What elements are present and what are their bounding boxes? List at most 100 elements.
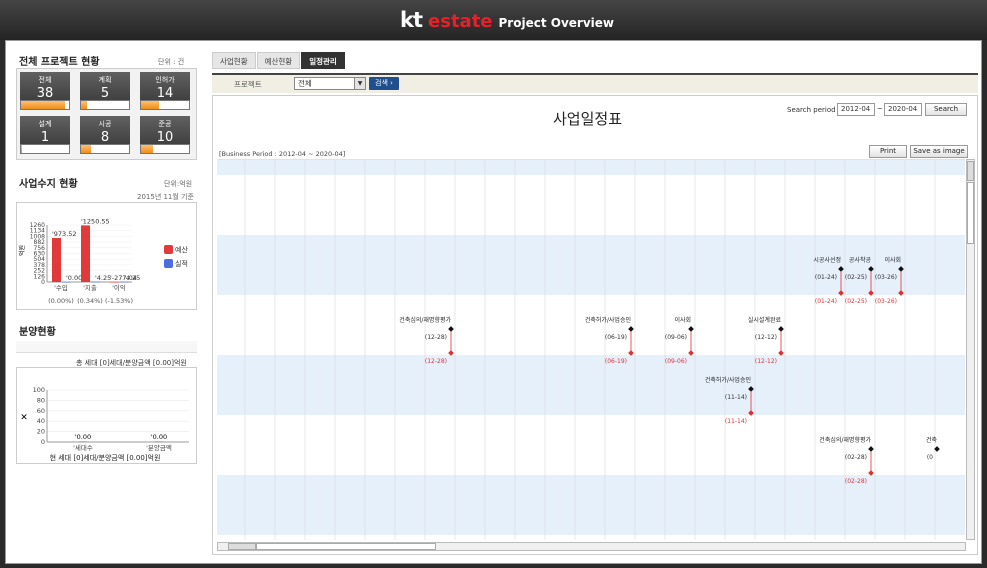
sales-divider	[16, 341, 197, 353]
y-tick-label: 40	[37, 417, 45, 425]
rate-label: (0.00%)	[48, 297, 74, 305]
status-progress-fill	[141, 145, 154, 153]
vertical-scrollbar[interactable]	[966, 159, 975, 540]
data-label: '0.00	[151, 433, 167, 441]
actual-date: (11-14)	[725, 418, 747, 425]
save-as-image-button[interactable]: Save as image	[910, 145, 968, 158]
tab-schedule[interactable]: 일정관리	[301, 52, 345, 69]
status-card-label: 시공	[98, 120, 112, 128]
actual-date: (02-25)	[845, 298, 867, 305]
gantt-row	[217, 175, 965, 235]
app-header: kt estate Project Overview	[0, 0, 987, 40]
y-tick-label: 0	[41, 438, 45, 446]
budget-chart: 억원 1260 1134 1008 882 756 630 504 378 252 126 0'973…	[16, 202, 197, 310]
budget-title: 사업수지 현황	[19, 179, 78, 190]
gantt-row	[217, 235, 965, 295]
horizontal-scroll-thumb[interactable]	[256, 543, 436, 550]
project-search-button[interactable]: 검색 ›	[369, 77, 399, 90]
milestone-label: 건축	[926, 436, 938, 444]
project-select[interactable]: 전체 ▼	[294, 77, 366, 90]
plan-date: (06-19)	[605, 334, 627, 341]
status-card-label: 계획	[98, 76, 112, 84]
y-tick-label: 60	[37, 407, 45, 415]
gantt-svg: 시공사선정 (01-24) (01-24) 공사착공 (02-25) (02-25) 이사회…	[217, 160, 965, 540]
period-from-input[interactable]: 2012-04	[837, 103, 875, 116]
status-progress-fill	[81, 145, 92, 153]
status-progress-fill	[141, 101, 159, 109]
horizontal-scroll-left[interactable]	[228, 543, 256, 550]
actual-date: (01-24)	[815, 298, 837, 305]
budget-unit: 단위:억원	[164, 180, 193, 188]
tab-budget-status[interactable]: 예산현황	[256, 52, 301, 69]
plan-date: (02-28)	[845, 454, 867, 461]
project-label: 프로젝트	[234, 80, 262, 89]
schedule-panel: 사업일정표 Search period 2012-04 ~ 2020-04 Se…	[212, 95, 978, 555]
status-card-label: 전체	[38, 76, 52, 84]
plan-date: (12-28)	[425, 334, 447, 341]
left-sidebar: 전체 프로젝트 현황 단위 : 건 전체 38 계획 5 인허가 14 설계 1 시공 8 준공 10…	[16, 41, 201, 561]
status-progress-bar	[140, 100, 190, 110]
main-panel: 전체 프로젝트 현황 단위 : 건 전체 38 계획 5 인허가 14 설계 1 시공 8 준공 10…	[5, 40, 982, 564]
bar	[155, 441, 163, 442]
bar	[79, 441, 87, 442]
status-card-count: 1	[40, 130, 50, 145]
bar-예산	[81, 225, 90, 282]
tab-business-status[interactable]: 사업현황	[212, 52, 256, 69]
milestone-label: 건축심의/재명향평가	[819, 436, 871, 444]
plan-date: (03-26)	[875, 274, 897, 281]
plan-date: (12-12)	[755, 334, 777, 341]
budget-date: 2015년 11월 기준	[137, 193, 194, 201]
bar-예산	[52, 237, 61, 282]
period-to-input[interactable]: 2020-04	[884, 103, 922, 116]
sales-chart: ✕ 100 80 60 40 20 0 '0.00 '세대수 '0.00 '분양금액 현 세대 [0]…	[16, 367, 197, 464]
period-search-button[interactable]: Search	[925, 103, 967, 116]
status-progress-fill	[81, 101, 88, 109]
data-label: '0.00	[66, 274, 82, 282]
status-card-count: 5	[100, 86, 110, 101]
plan-date: (01-24)	[815, 274, 837, 281]
status-progress-fill	[21, 101, 66, 109]
vertical-scroll-track[interactable]	[967, 182, 974, 244]
period-separator: ~	[877, 105, 883, 113]
status-card-count: 8	[100, 130, 110, 145]
vertical-scroll-thumb[interactable]	[967, 161, 974, 181]
actual-date: (12-12)	[755, 358, 777, 365]
print-button[interactable]: Print	[869, 145, 907, 158]
gantt-chart: 시공사선정 (01-24) (01-24) 공사착공 (02-25) (02-25) 이사회…	[217, 159, 965, 540]
plan-date: (11-14)	[725, 394, 747, 401]
bar-실적	[62, 282, 71, 283]
rate-label: (-1.53%)	[105, 297, 133, 305]
status-progress-bar	[20, 144, 70, 154]
schedule-title: 사업일정표	[553, 110, 623, 128]
kt-estate-logo: kt estate Project Overview	[400, 8, 614, 32]
milestone-label: 시공사선정	[813, 256, 841, 264]
rate-label: (0.34%)	[77, 297, 103, 305]
gantt-row	[217, 415, 965, 475]
overview-summary: 전체 38 계획 5 인허가 14 설계 1 시공 8 준공 10	[16, 68, 197, 160]
status-card-count: 10	[156, 130, 174, 145]
overview-unit: 단위 : 건	[158, 58, 185, 66]
actual-date: (06-19)	[605, 358, 627, 365]
milestone-label: 실시설계완료	[748, 316, 782, 324]
status-progress-bar	[80, 144, 130, 154]
bar-예산	[110, 282, 119, 283]
actual-date: (02-28)	[845, 478, 867, 485]
data-label: '0.00	[75, 433, 91, 441]
chevron-down-icon: ▼	[354, 78, 365, 89]
data-label: '973.52	[52, 230, 77, 238]
gantt-row	[217, 160, 965, 175]
legend-label: 예산	[175, 245, 188, 254]
budget-chart-svg: 억원1260113410088827566305043782521260'973…	[18, 217, 188, 305]
legend-swatch	[164, 259, 173, 268]
status-card-label: 인허가	[155, 76, 175, 84]
milestone-label: 건축허가/사업승인	[705, 376, 751, 384]
bar-실적	[120, 281, 129, 283]
x-tick-label: '수입	[54, 284, 68, 292]
data-label: '1250.55	[81, 217, 110, 225]
horizontal-scrollbar[interactable]	[217, 542, 966, 551]
x-tick-label: '이익	[112, 283, 126, 292]
y-tick-label: 20	[37, 428, 45, 436]
actual-date: (09-06)	[665, 358, 687, 365]
actual-date: (03-26)	[875, 298, 897, 305]
milestone-label: 공사착공	[849, 256, 872, 264]
